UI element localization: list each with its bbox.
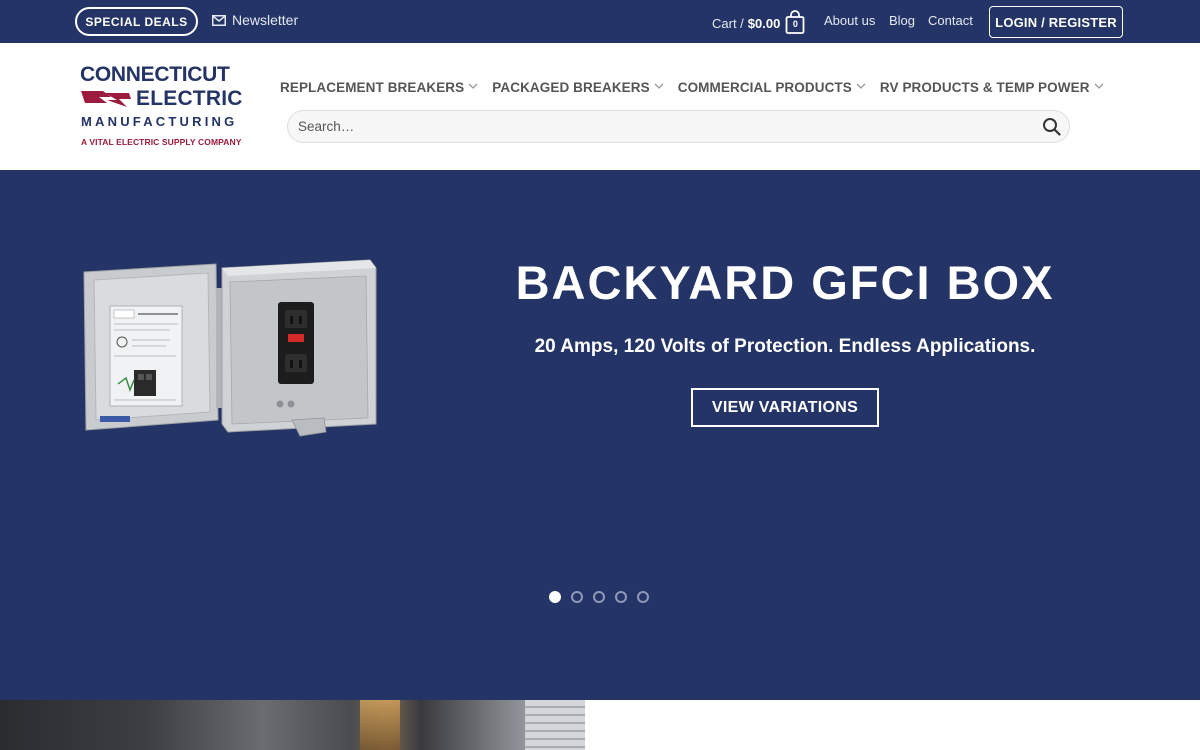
cart-link[interactable]: Cart / $0.00 0: [712, 10, 805, 34]
hero-subtitle: 20 Amps, 120 Volts of Protection. Endles…: [534, 336, 1036, 357]
search-icon[interactable]: [1042, 117, 1061, 141]
slider-dot-2[interactable]: [571, 591, 583, 603]
chevron-down-icon: [654, 82, 664, 93]
cart-amount: $0.00: [747, 15, 781, 31]
main-nav: REPLACEMENT BREAKERS PACKAGED BREAKERS C…: [280, 80, 1118, 95]
chevron-down-icon: [1094, 82, 1104, 93]
slider-dot-1[interactable]: [549, 591, 561, 603]
contact-link[interactable]: Contact: [928, 13, 973, 28]
house-siding: [525, 700, 585, 750]
lightning-logo-icon: [81, 91, 133, 114]
search-bar: [287, 110, 1070, 143]
site-header: CONNECTICUT ELECTRIC MANUFACTURING A VIT…: [0, 43, 1200, 170]
gfci-box-product-image[interactable]: [80, 258, 380, 448]
envelope-icon: [212, 14, 226, 26]
backyard-photo: [0, 700, 585, 750]
about-us-link[interactable]: About us: [824, 13, 875, 28]
nav-label: REPLACEMENT BREAKERS: [280, 80, 465, 95]
special-deals-button[interactable]: SPECIAL DEALS: [75, 7, 198, 36]
slider-dots: [549, 591, 649, 603]
window-light: [360, 700, 400, 750]
view-variations-button[interactable]: VIEW VARIATIONS: [691, 388, 879, 427]
site-logo[interactable]: CONNECTICUT ELECTRIC MANUFACTURING A VIT…: [80, 64, 248, 150]
newsletter-label: Newsletter: [232, 12, 299, 28]
chevron-down-icon: [468, 82, 478, 93]
logo-line-1: CONNECTICUT: [80, 63, 230, 86]
logo-tagline: A VITAL ELECTRIC SUPPLY COMPANY: [81, 137, 242, 147]
slider-dot-3[interactable]: [593, 591, 605, 603]
nav-commercial-products[interactable]: COMMERCIAL PRODUCTS: [678, 80, 866, 95]
nav-label: COMMERCIAL PRODUCTS: [677, 80, 852, 95]
chevron-down-icon: [856, 82, 866, 93]
newsletter-link[interactable]: Newsletter: [212, 12, 298, 28]
cart-count-badge: 0: [792, 19, 798, 29]
hero-slider: BACKYARD GFCI BOX 20 Amps, 120 Volts of …: [0, 170, 1200, 700]
nav-rv-products-temp-power[interactable]: RV PRODUCTS & TEMP POWER: [880, 80, 1104, 95]
login-register-button[interactable]: LOGIN / REGISTER: [989, 6, 1123, 38]
shopping-bag-icon: 0: [785, 10, 805, 34]
blog-link[interactable]: Blog: [889, 13, 915, 28]
search-input[interactable]: [298, 111, 1018, 142]
nav-label: PACKAGED BREAKERS: [492, 80, 650, 95]
top-bar: SPECIAL DEALS Newsletter Cart / $0.00 0 …: [0, 0, 1200, 43]
slider-dot-4[interactable]: [615, 591, 627, 603]
logo-line-3: MANUFACTURING: [81, 114, 238, 129]
slider-dot-5[interactable]: [637, 591, 649, 603]
nav-label: RV PRODUCTS & TEMP POWER: [879, 80, 1090, 95]
nav-packaged-breakers[interactable]: PACKAGED BREAKERS: [492, 80, 664, 95]
cart-label: Cart /: [712, 15, 744, 31]
content-area: [585, 700, 1200, 750]
nav-replacement-breakers[interactable]: REPLACEMENT BREAKERS: [280, 80, 478, 95]
hero-title: BACKYARD GFCI BOX: [515, 256, 1055, 309]
logo-line-2: ELECTRIC: [136, 87, 243, 110]
